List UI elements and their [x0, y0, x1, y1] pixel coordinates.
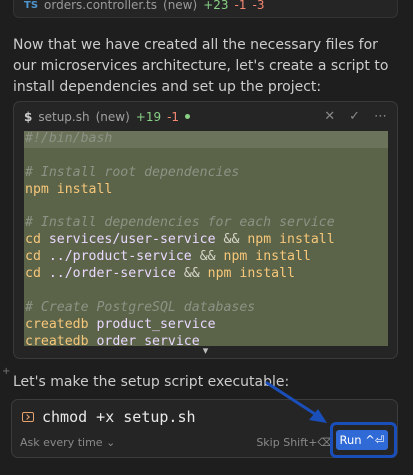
code-line: cd ../order-service && npm install	[24, 266, 388, 283]
code-token: # Create PostgreSQL databases	[25, 299, 256, 315]
ask-every-time-dropdown[interactable]: Ask every time ⌄	[20, 436, 115, 449]
reject-icon[interactable]: ✕	[324, 109, 335, 124]
accept-check-icon[interactable]: ✓	[349, 109, 360, 124]
code-block-additions: +19	[135, 109, 162, 124]
code-line: npm install	[24, 182, 388, 199]
file-chip-status: (new)	[163, 0, 198, 12]
code-line: cd ../product-service && npm install	[24, 249, 388, 266]
code-block-filename[interactable]: setup.sh	[38, 110, 89, 124]
file-chip-extra: -3	[252, 0, 265, 12]
code-line: createdb product_service	[24, 317, 388, 334]
code-token: &&	[199, 249, 224, 265]
code-line: #!/bin/bash	[24, 131, 388, 148]
code-line: cd services/user-service && npm install	[24, 232, 388, 249]
assistant-message-exec: Let's make the setup script executable:	[13, 374, 290, 390]
code-line: # Install root dependencies	[24, 165, 388, 182]
code-token: cd	[25, 232, 49, 248]
code-token: ../order-service	[48, 266, 184, 282]
code-token: createdb	[25, 316, 97, 332]
code-block-header: $ setup.sh (new) +19 -1 ✕ ✓ ⋯	[14, 102, 397, 131]
expand-chevron-icon[interactable]: ▾	[14, 344, 397, 357]
code-editor[interactable]: #!/bin/bash # Install root dependencies n…	[24, 131, 388, 346]
unsaved-dot-icon	[185, 114, 191, 119]
shell-prompt-icon: $	[24, 109, 33, 124]
command-text[interactable]: chmod +x setup.sh	[42, 408, 196, 426]
run-button[interactable]: Run ^⏎	[336, 430, 388, 450]
file-chip-orders-controller[interactable]: TS orders.controller.ts (new) +23 -1 -3	[13, 0, 398, 18]
terminal-icon	[22, 412, 34, 422]
code-token: npm install	[223, 249, 311, 265]
assistant-message: Now that we have created all the necessa…	[13, 37, 389, 95]
add-icon[interactable]: +	[2, 366, 10, 377]
code-token: npm install	[247, 232, 335, 248]
code-token: npm install	[25, 181, 113, 197]
ask-label: Ask every time	[20, 436, 103, 449]
code-block-deletions: -1	[167, 109, 180, 124]
code-token: # Install dependencies for each service	[25, 215, 335, 231]
skip-button[interactable]: Skip Shift+⌫	[256, 436, 333, 449]
code-line: # Install dependencies for each service	[24, 215, 388, 232]
code-token: #!/bin/bash	[25, 131, 113, 146]
code-token: &&	[223, 232, 248, 248]
code-block-setup-sh: $ setup.sh (new) +19 -1 ✕ ✓ ⋯ #!/bin/bas…	[13, 101, 398, 359]
code-line: # Create PostgreSQL databases	[24, 300, 388, 317]
code-token: &&	[183, 266, 208, 282]
more-options-icon[interactable]: ⋯	[374, 109, 387, 124]
file-chip-additions: +23	[203, 0, 229, 12]
code-token: cd	[25, 266, 49, 282]
code-token: ../product-service	[48, 249, 200, 265]
code-block-status: (new)	[95, 109, 130, 124]
code-token: cd	[25, 249, 49, 265]
chevron-down-icon: ⌄	[106, 436, 116, 449]
code-token: product_service	[96, 316, 216, 332]
code-token: services/user-service	[48, 232, 224, 248]
typescript-icon: TS	[24, 0, 39, 11]
file-chip-deletions: -1	[234, 0, 247, 12]
file-chip-name: orders.controller.ts	[44, 0, 158, 12]
code-token: npm install	[207, 266, 295, 282]
code-token: # Install root dependencies	[25, 164, 240, 180]
